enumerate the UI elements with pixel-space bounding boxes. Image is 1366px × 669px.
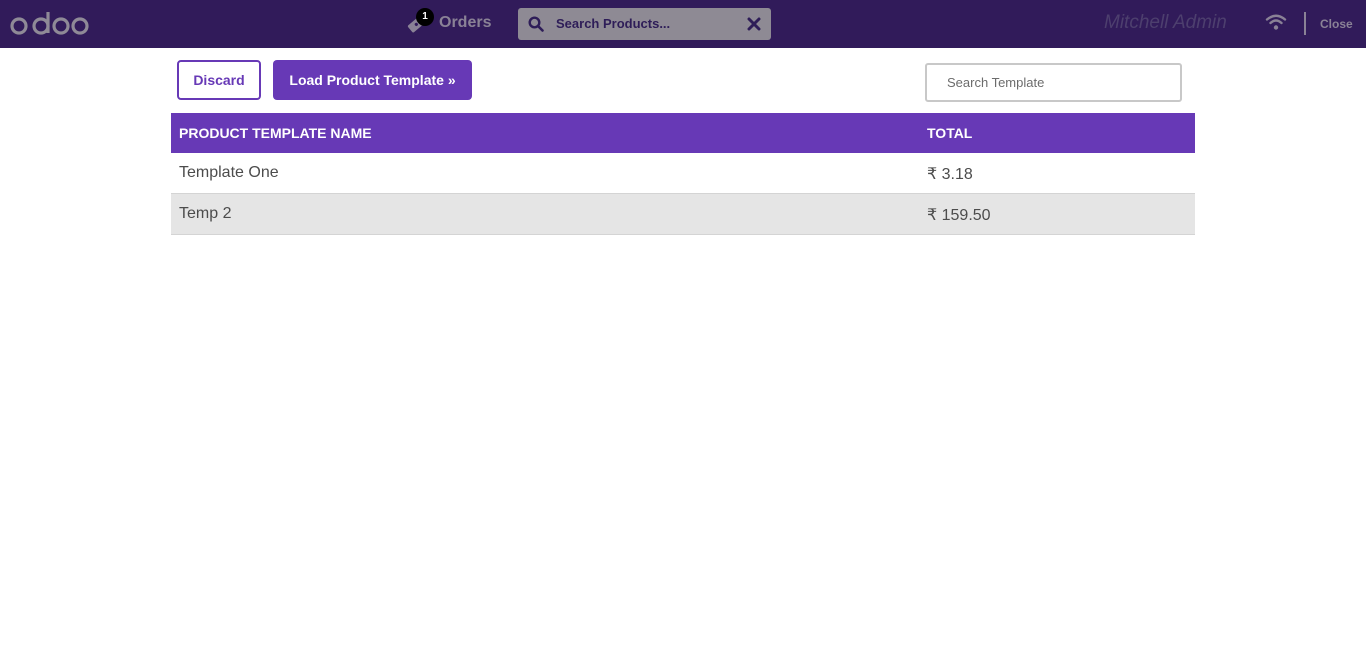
search-template-input[interactable] [925, 63, 1182, 102]
template-total-cell: ₹ 159.50 [927, 207, 991, 224]
template-table: PRODUCT TEMPLATE NAME TOTAL Template One… [171, 113, 1195, 235]
template-total-cell: ₹ 3.18 [927, 166, 973, 183]
column-header-total: TOTAL [927, 125, 973, 141]
orders-label: Orders [439, 14, 492, 31]
user-name[interactable]: Mitchell Admin [1104, 12, 1227, 34]
top-bar: 1 Orders Search Products... Mitchell Adm… [0, 0, 1366, 48]
load-product-template-button[interactable]: Load Product Template » [273, 60, 472, 100]
product-search-input[interactable]: Search Products... [556, 16, 670, 31]
template-name-cell: Temp 2 [179, 205, 232, 222]
table-row[interactable]: Temp 2 ₹ 159.50 [171, 194, 1195, 235]
wifi-icon [1265, 14, 1287, 30]
discard-button[interactable]: Discard [177, 60, 261, 100]
table-header: PRODUCT TEMPLATE NAME TOTAL [171, 113, 1195, 153]
odoo-logo [10, 12, 89, 35]
template-name-cell: Template One [179, 164, 279, 181]
product-search-bar[interactable]: Search Products... [518, 8, 771, 40]
search-icon [528, 16, 544, 32]
orders-count-badge: 1 [416, 8, 434, 26]
column-header-name: PRODUCT TEMPLATE NAME [179, 125, 372, 141]
close-icon[interactable] [747, 17, 761, 31]
header-divider [1304, 12, 1306, 35]
close-button[interactable]: Close [1320, 17, 1353, 31]
orders-button[interactable]: 1 Orders [406, 8, 498, 40]
table-row[interactable]: Template One ₹ 3.18 [171, 153, 1195, 194]
